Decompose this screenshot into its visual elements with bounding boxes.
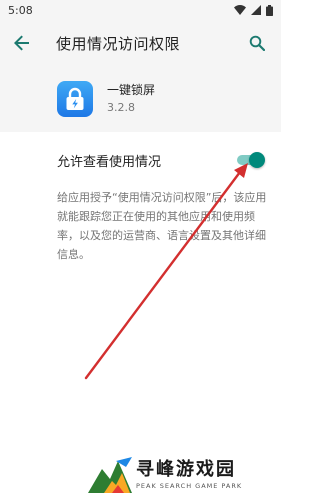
wifi-icon: [234, 5, 246, 15]
lock-icon: [66, 87, 84, 110]
status-time: 5:08: [8, 3, 33, 17]
watermark-subtitle: PEAK SEARCH GAME PARK: [136, 482, 243, 490]
permission-description: 给应用授予“使用情况访问权限”后，该应用就能跟踪您正在使用的其他应用和使用频率，…: [57, 191, 267, 261]
app-name: 一键锁屏: [107, 83, 156, 97]
signal-icon: [251, 5, 261, 15]
permit-usage-access-row[interactable]: 允许查看使用情况: [0, 140, 281, 180]
app-info-header: 一键锁屏 3.2.8: [0, 66, 281, 132]
status-bar: 5:08: [0, 0, 281, 20]
arrow-back-icon: [14, 35, 29, 51]
back-button[interactable]: [2, 20, 42, 66]
app-text: 一键锁屏 3.2.8: [107, 82, 155, 116]
lock-app-icon: [57, 81, 93, 117]
app-bar: 使用情况访问权限: [0, 20, 281, 66]
page-title: 使用情况访问权限: [56, 34, 181, 53]
battery-icon: [266, 4, 273, 16]
watermark: 寻峰游戏园 PEAK SEARCH GAME PARK: [86, 452, 276, 498]
switch-thumb: [249, 152, 265, 168]
app-version: 3.2.8: [107, 101, 135, 114]
watermark-text: 寻峰游戏园 PEAK SEARCH GAME PARK: [136, 459, 242, 491]
mountain-logo-icon: [88, 457, 132, 493]
search-icon: [249, 35, 265, 51]
permit-usage-access-label: 允许查看使用情况: [57, 154, 162, 170]
permit-usage-access-switch[interactable]: [235, 151, 265, 169]
search-button[interactable]: [237, 20, 277, 66]
status-icons: [234, 4, 273, 16]
watermark-title: 寻峰游戏园: [136, 459, 236, 480]
